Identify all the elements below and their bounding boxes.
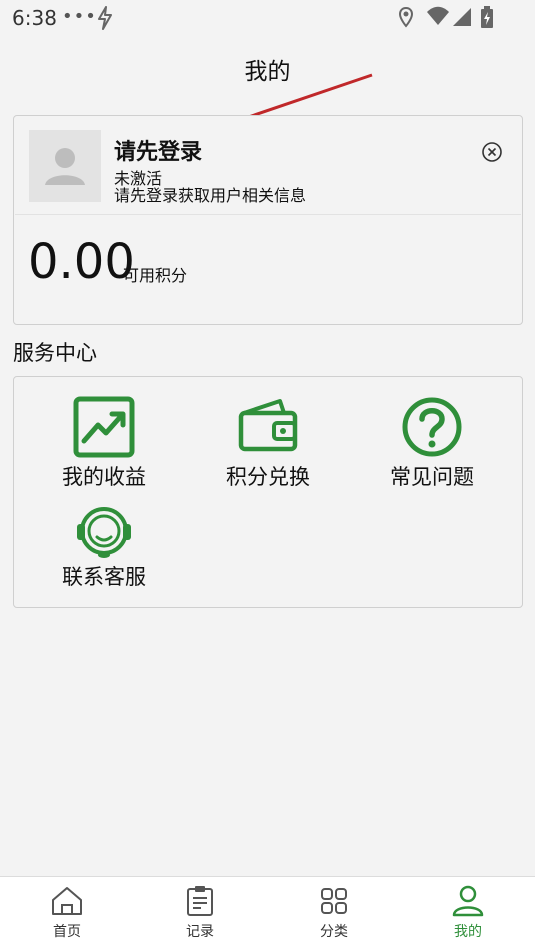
grid-icon	[321, 888, 347, 914]
points-value: 0.00	[28, 234, 135, 290]
login-prompt[interactable]: 请先登录	[114, 134, 202, 166]
service-label: 常见问题	[390, 465, 474, 489]
close-icon[interactable]	[481, 141, 503, 163]
login-hint: 请先登录获取用户相关信息	[114, 186, 307, 205]
home-icon	[52, 887, 82, 915]
tab-label: 首页	[53, 924, 81, 940]
user-icon	[452, 885, 484, 917]
service-label: 积分兑换	[226, 465, 310, 489]
service-label: 我的收益	[62, 465, 146, 489]
service-center-title: 服务中心	[13, 341, 97, 365]
earnings-chart-icon	[73, 396, 135, 458]
tab-mine[interactable]: 我的	[428, 885, 508, 941]
service-contact-button[interactable]: 联系客服	[29, 505, 179, 591]
avatar[interactable]	[29, 130, 101, 202]
tab-label: 分类	[320, 924, 348, 940]
service-label: 联系客服	[62, 565, 146, 589]
service-points-exchange-button[interactable]: 积分兑换	[193, 395, 343, 491]
question-icon	[402, 397, 462, 457]
customer-service-icon	[77, 507, 131, 558]
avatar-placeholder-icon	[45, 148, 85, 185]
profile-card[interactable]: 请先登录 未激活 请先登录获取用户相关信息 0.00 可用积分	[13, 115, 523, 325]
service-center-card: 我的收益 积分兑换 常见问题 联系客服	[13, 376, 523, 608]
tab-label: 我的	[454, 924, 482, 940]
tab-home[interactable]: 首页	[27, 885, 107, 941]
points-label: 可用积分	[123, 266, 188, 285]
tab-label: 记录	[186, 924, 214, 940]
clipboard-icon	[187, 886, 213, 916]
tab-records[interactable]: 记录	[160, 885, 240, 941]
divider	[15, 214, 521, 215]
service-earnings-button[interactable]: 我的收益	[29, 395, 179, 491]
bottom-tab-bar: 首页 记录 分类 我的	[0, 876, 535, 952]
tab-categories[interactable]: 分类	[294, 885, 374, 941]
service-faq-button[interactable]: 常见问题	[357, 395, 507, 491]
wallet-icon	[238, 399, 298, 452]
